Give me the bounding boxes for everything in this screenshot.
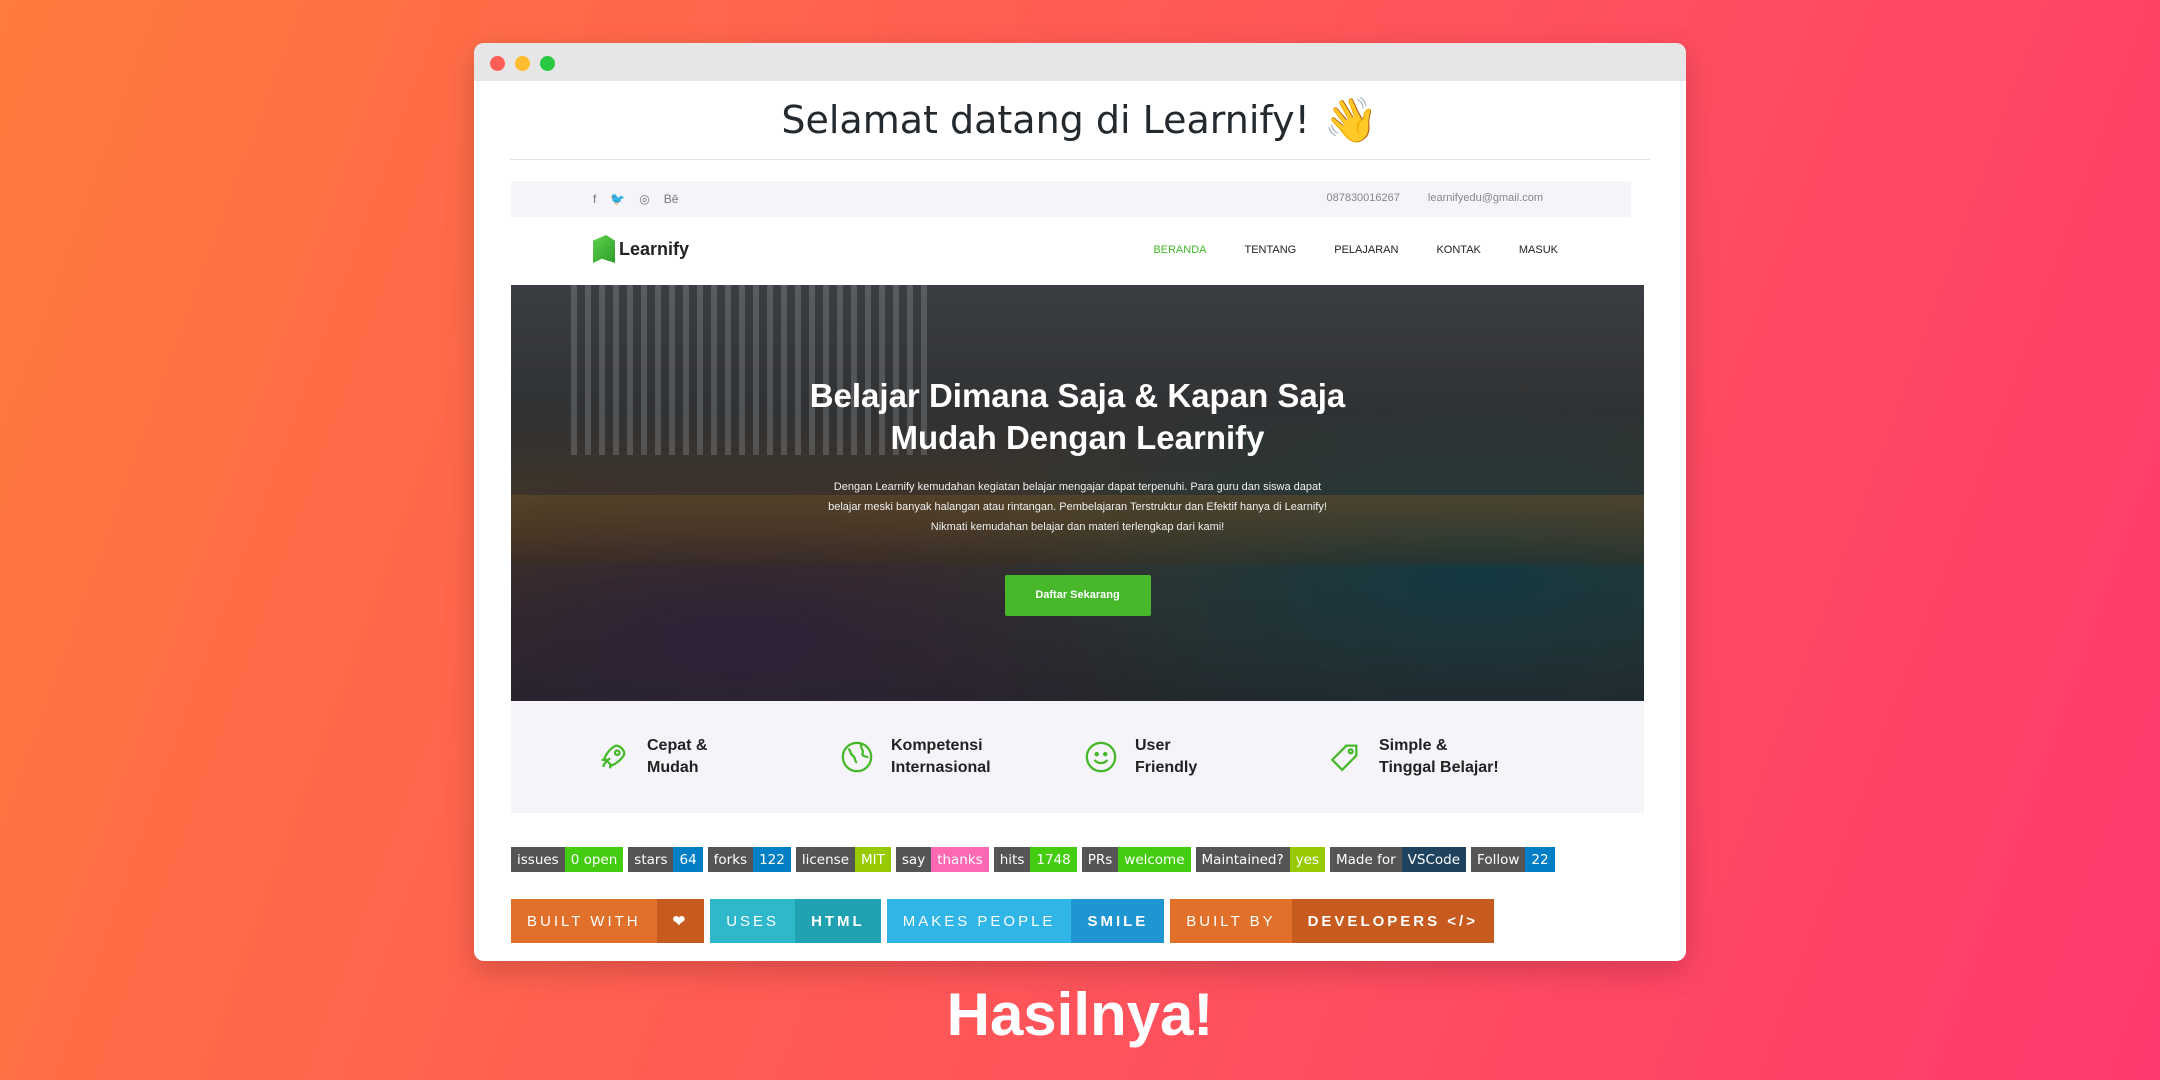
maximize-window-button[interactable] [540,56,555,71]
close-window-button[interactable] [490,56,505,71]
nav-item-kontak[interactable]: KONTAK [1436,244,1480,256]
feature-simple-line2: Tinggal Belajar! [1379,759,1499,776]
badge-value: 122 [753,847,791,872]
heart-icon: ❤ [656,899,705,943]
browser-window: Selamat datang di Learnify! 👋 f 🐦 ◎ Bē 0… [474,43,1686,961]
badge-label: PRs [1081,847,1119,872]
feature-user-friendly-line2: Friendly [1135,759,1198,776]
badge-value: 1748 [1030,847,1077,872]
fat-badge-label: BUILT WITH [511,899,657,943]
brand-logo[interactable]: Learnify [593,235,689,263]
phone-number: 087830016267 [1326,192,1400,204]
rocket-icon [595,739,631,775]
email-address[interactable]: learnifyedu@gmail.com [1428,192,1543,204]
badge-label: license [795,847,855,872]
dribbble-icon[interactable]: ◎ [639,192,649,206]
badge-stars[interactable]: stars 64 [628,847,703,872]
badge-label: Maintained? [1195,847,1290,872]
fat-badge-label: MAKES PEOPLE [886,899,1072,943]
feature-fast-line2: Mudah [647,759,699,776]
fat-badge-label: USES [710,899,796,943]
badge-value: yes [1289,847,1326,872]
badge-value: VSCode [1401,847,1467,872]
website-preview: f 🐦 ◎ Bē 087830016267 learnifyedu@gmail.… [511,181,1644,813]
feature-user-friendly-line1: User [1135,737,1171,754]
fat-badge-makes-people[interactable]: MAKES PEOPLE SMILE [886,899,1165,943]
caption: Hasilnya! [946,981,1214,1048]
welcome-heading: Selamat datang di Learnify! 👋 [510,81,1650,160]
nav-item-tentang[interactable]: TENTANG [1245,244,1297,256]
fat-badge-built-with[interactable]: BUILT WITH ❤ [511,899,705,943]
hero-content: Belajar Dimana Saja & Kapan Saja Mudah D… [511,375,1644,616]
twitter-icon[interactable]: 🐦 [610,192,625,206]
feature-simple: Simple & Tinggal Belajar! [1327,735,1499,779]
feature-user-friendly: User Friendly [1083,735,1197,779]
social-links: f 🐦 ◎ Bē [593,192,678,206]
waving-hand-icon: 👋 [1323,95,1379,146]
tag-icon [1327,739,1363,775]
badge-maintained[interactable]: Maintained? yes [1195,847,1326,872]
feature-simple-line1: Simple & [1379,737,1448,754]
fat-badge-value: HTML [795,899,881,943]
hero-title: Belajar Dimana Saja & Kapan Saja Mudah D… [511,375,1644,459]
badge-issues[interactable]: issues 0 open [511,847,624,872]
nav-menu: BERANDA TENTANG PELAJARAN KONTAK MASUK [1153,244,1558,256]
badge-value: 0 open [564,847,624,872]
fat-badge-value: DEVELOPERS </> [1291,899,1494,943]
feature-fast-line1: Cepat & [647,737,708,754]
brand-name: Learnify [619,238,690,259]
feature-international: Kompetensi Internasional [839,735,991,779]
welcome-text: Selamat datang di Learnify! [781,98,1310,142]
fat-badge-uses[interactable]: USES HTML [710,899,881,943]
learnify-logo-icon [593,235,615,263]
badge-value: welcome [1118,847,1191,872]
feature-fast: Cepat & Mudah [595,735,707,779]
badge-prs[interactable]: PRs welcome [1081,847,1191,872]
badge-label: forks [707,847,754,872]
badge-say[interactable]: say thanks [895,847,989,872]
hero-title-line1: Belajar Dimana Saja & Kapan Saja [809,377,1346,414]
hero-description: Dengan Learnify kemudahan kegiatan belaj… [828,481,1327,533]
navbar: Learnify BERANDA TENTANG PELAJARAN KONTA… [511,217,1644,285]
badge-label: Follow [1471,847,1526,872]
window-titlebar [474,43,1686,81]
fat-badge-built-by[interactable]: BUILT BY DEVELOPERS </> [1170,899,1494,943]
nav-item-pelajaran[interactable]: PELAJARAN [1334,244,1398,256]
badge-label: hits [993,847,1031,872]
top-bar: f 🐦 ◎ Bē 087830016267 learnifyedu@gmail.… [511,181,1631,217]
badge-label: stars [628,847,674,872]
badge-value: 22 [1525,847,1555,872]
shield-badges: issues 0 open stars 64 forks 122 license MIT say… [511,847,1555,872]
feature-international-line1: Kompetensi [891,737,983,754]
badge-license[interactable]: license MIT [795,847,891,872]
contact-info: 087830016267 learnifyedu@gmail.com [1326,192,1543,204]
fat-badge-label: BUILT BY [1170,899,1292,943]
feature-international-line2: Internasional [891,759,991,776]
badge-value: thanks [931,847,989,872]
facebook-icon[interactable]: f [593,192,596,206]
badge-value: MIT [855,847,891,872]
badge-madefor[interactable]: Made for VSCode [1330,847,1467,872]
badge-value: 64 [673,847,703,872]
fat-badges: BUILT WITH ❤ USES HTML MAKES PEOPLE SMILE BUIL… [511,899,1494,943]
minimize-window-button[interactable] [515,56,530,71]
badge-forks[interactable]: forks 122 [707,847,791,872]
badge-hits[interactable]: hits 1748 [993,847,1077,872]
nav-item-beranda[interactable]: BERANDA [1153,244,1206,256]
badge-label: Made for [1330,847,1402,872]
globe-icon [839,739,875,775]
features-section: Cepat & Mudah Kompetensi Internasional U… [511,701,1644,813]
badge-follow[interactable]: Follow 22 [1471,847,1555,872]
nav-item-masuk[interactable]: MASUK [1519,244,1558,256]
hero-section: Belajar Dimana Saja & Kapan Saja Mudah D… [511,285,1644,701]
smile-icon [1083,739,1119,775]
fat-badge-value: SMILE [1071,899,1165,943]
behance-icon[interactable]: Bē [664,192,679,206]
badge-label: say [895,847,932,872]
register-now-button[interactable]: Daftar Sekarang [1004,575,1151,616]
hero-title-line2: Mudah Dengan Learnify [890,419,1265,456]
badge-label: issues [511,847,565,872]
